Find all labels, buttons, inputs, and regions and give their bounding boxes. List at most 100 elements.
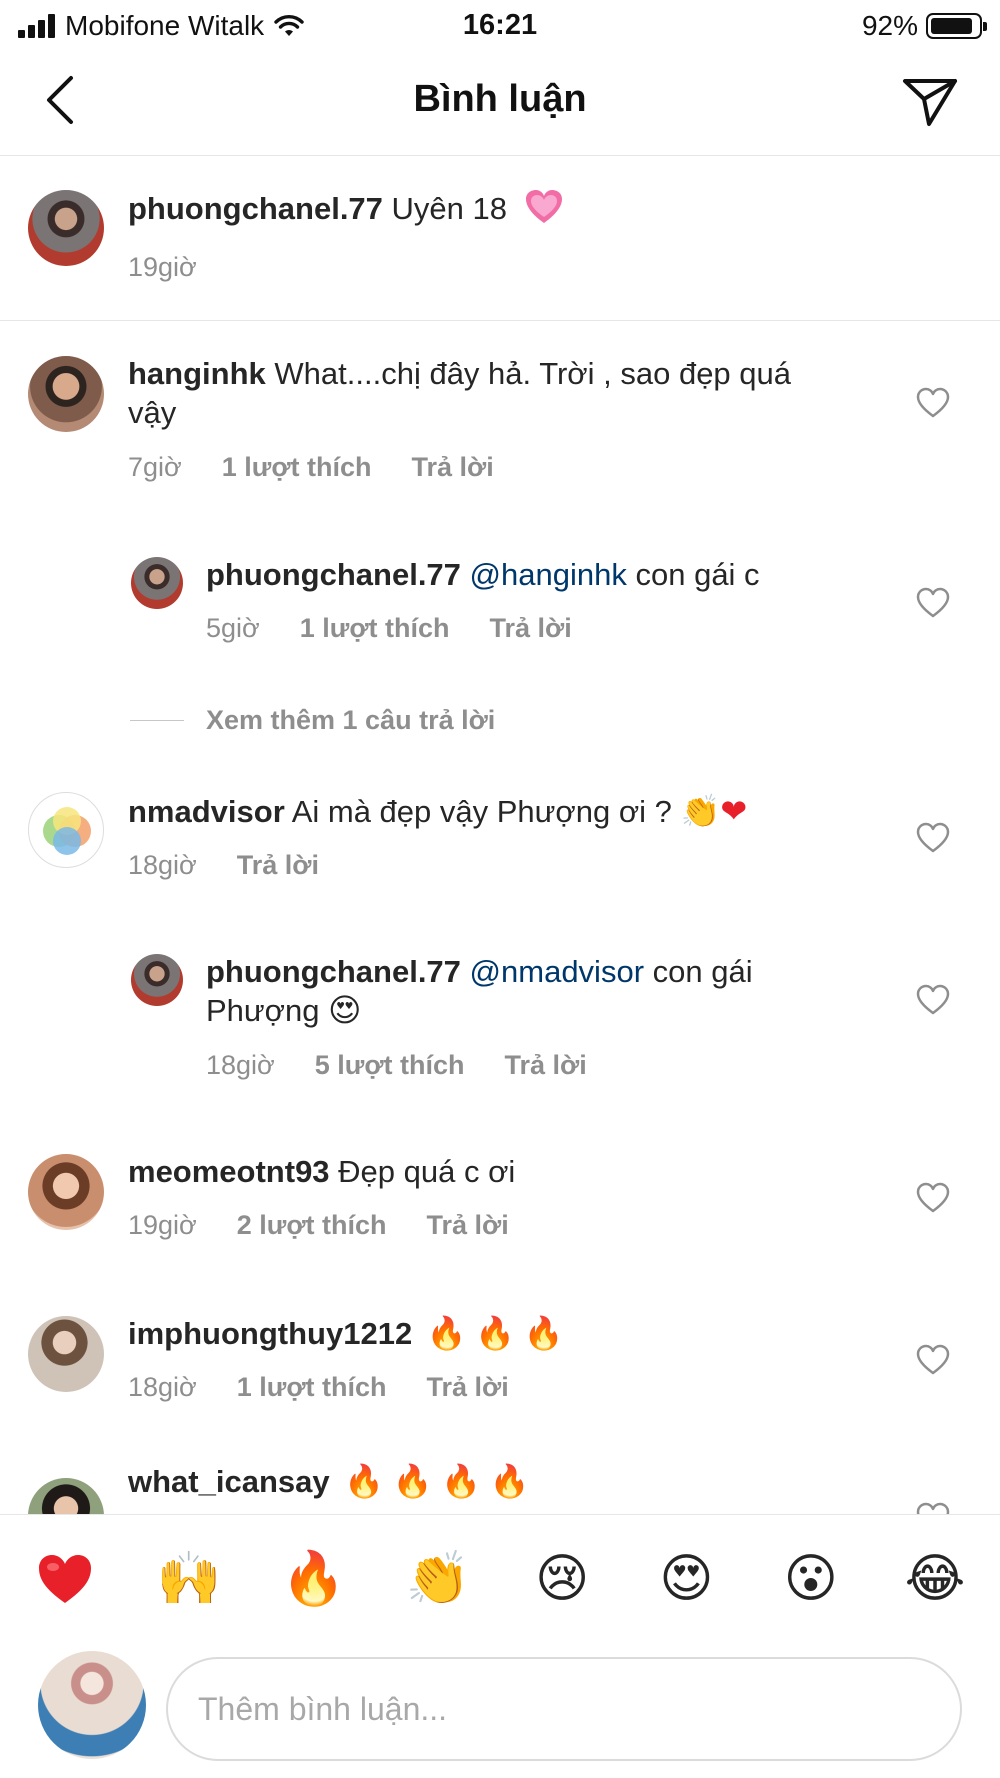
mention-link[interactable]: @nmadvisor xyxy=(470,954,644,989)
heart-outline-icon[interactable] xyxy=(916,984,950,1016)
comment-text: hanginhk What....chị đây hả. Trời , sao … xyxy=(128,354,868,432)
username[interactable]: what_icansay xyxy=(128,1464,330,1499)
emoji-raised-hands-button[interactable]: 🙌 xyxy=(154,1544,224,1614)
comment-text: what_icansay 🔥 🔥 🔥 🔥 xyxy=(128,1462,868,1501)
username[interactable]: nmadvisor xyxy=(128,794,285,829)
username[interactable]: phuongchanel.77 xyxy=(206,557,461,592)
status-bar: Mobifone Witalk 16:21 92% xyxy=(0,0,1000,50)
timestamp: 19giờ xyxy=(128,1210,197,1240)
fire-icon: 🔥 xyxy=(281,1549,346,1609)
caption-meta: 19giờ xyxy=(128,252,237,283)
timestamp: 5giờ xyxy=(206,613,260,643)
avatar[interactable] xyxy=(28,1316,104,1392)
comment-meta: 7giờ 1 lượt thích Trả lời xyxy=(128,452,494,483)
heart-outline-icon[interactable] xyxy=(916,1182,950,1214)
heart-outline-icon[interactable] xyxy=(916,587,950,619)
comment-meta: 18giờ 1 lượt thích Trả lời xyxy=(128,1372,509,1403)
heart-eyes-icon: 😍 xyxy=(659,1548,714,1609)
heart-outline-icon[interactable] xyxy=(916,1344,950,1376)
caption-body: Uyên 18 xyxy=(391,191,508,226)
fire-icon: 🔥 xyxy=(475,1314,516,1352)
battery-icon xyxy=(926,13,987,39)
emoji-heart-eyes-button[interactable]: 😍 xyxy=(651,1544,721,1614)
venn-diagram-image xyxy=(43,807,91,855)
tears-of-joy-icon: 😂 xyxy=(904,1548,966,1609)
avatar[interactable] xyxy=(131,954,183,1006)
timestamp: 18giờ xyxy=(206,1050,275,1080)
comment-body: Ai mà đẹp vậy Phượng ơi ? xyxy=(291,794,672,829)
paper-plane-icon xyxy=(903,79,957,126)
emoji-heart-button[interactable] xyxy=(30,1544,100,1614)
emoji-quick-bar: 🙌 🔥 👏 😢 😍 😮 😂 xyxy=(0,1514,1000,1642)
username[interactable]: imphuongthuy1212 xyxy=(128,1316,412,1351)
avatar[interactable] xyxy=(131,557,183,609)
heart-outline-icon[interactable] xyxy=(916,822,950,854)
fire-icon: 🔥 xyxy=(426,1314,467,1352)
comment-body-cont: Phượng xyxy=(206,993,320,1028)
likes-count[interactable]: 2 lượt thích xyxy=(237,1210,387,1241)
emoji-surprised-button[interactable]: 😮 xyxy=(776,1544,846,1614)
divider xyxy=(130,720,184,721)
share-button[interactable] xyxy=(898,70,962,134)
username[interactable]: phuongchanel.77 xyxy=(206,954,461,989)
comment-meta: 19giờ 2 lượt thích Trả lời xyxy=(128,1210,509,1241)
likes-count[interactable]: 1 lượt thích xyxy=(300,613,450,644)
comment-body-cont: vậy xyxy=(128,395,177,430)
avatar[interactable] xyxy=(28,190,104,266)
avatar[interactable] xyxy=(28,792,104,868)
raised-hands-icon: 🙌 xyxy=(156,1549,222,1609)
likes-count[interactable]: 1 lượt thích xyxy=(222,452,372,483)
status-right: 92% xyxy=(862,10,987,42)
clapping-hands-icon: 👏 xyxy=(405,1549,471,1609)
reply-button[interactable]: Trả lời xyxy=(490,613,572,644)
comment-body: con gái c xyxy=(635,557,760,592)
crying-face-icon: 😢 xyxy=(535,1548,590,1609)
reply-button[interactable]: Trả lời xyxy=(427,1210,509,1241)
reply-button[interactable]: Trả lời xyxy=(427,1372,509,1403)
comment-meta: 18giờ 5 lượt thích Trả lời xyxy=(206,1050,587,1081)
avatar[interactable] xyxy=(28,1478,104,1515)
mention-link[interactable]: @hanginhk xyxy=(470,557,627,592)
timestamp: 7giờ xyxy=(128,452,182,482)
fire-icon: 🔥 xyxy=(344,1462,385,1500)
clapping-hands-icon: 👏 xyxy=(680,792,721,830)
comment-body: Đẹp quá c ơi xyxy=(338,1154,516,1189)
avatar[interactable] xyxy=(28,356,104,432)
red-heart-icon: ❤ xyxy=(720,792,748,830)
emoji-cry-button[interactable]: 😢 xyxy=(527,1544,597,1614)
reply-button[interactable]: Trả lời xyxy=(237,850,319,881)
header: Bình luận xyxy=(0,52,1000,156)
emoji-fire-button[interactable]: 🔥 xyxy=(279,1544,349,1614)
page-title: Bình luận xyxy=(413,78,587,120)
view-more-replies[interactable]: Xem thêm 1 câu trả lời xyxy=(130,705,495,736)
reply-button[interactable]: Trả lời xyxy=(412,452,494,483)
comment-text: phuongchanel.77 @nmadvisor con gái Phượn… xyxy=(206,952,866,1030)
surprised-face-icon: 😮 xyxy=(783,1548,838,1609)
caption-text: phuongchanel.77 Uyên 18 xyxy=(128,189,564,228)
sparkling-heart-icon xyxy=(525,190,562,223)
comment-text: meomeotnt93 Đẹp quá c ơi xyxy=(128,1152,868,1191)
emoji-laugh-button[interactable]: 😂 xyxy=(900,1544,970,1614)
comment-body: con gái xyxy=(652,954,753,989)
likes-count[interactable]: 5 lượt thích xyxy=(315,1050,465,1081)
emoji-clap-button[interactable]: 👏 xyxy=(403,1544,473,1614)
post-caption: phuongchanel.77 Uyên 18 19giờ xyxy=(0,157,1000,321)
comment-meta: 5giờ 1 lượt thích Trả lời xyxy=(206,613,572,644)
reply-button[interactable]: Trả lời xyxy=(505,1050,587,1081)
likes-count[interactable]: 1 lượt thích xyxy=(237,1372,387,1403)
comments-list[interactable]: phuongchanel.77 Uyên 18 19giờ hanginhk W… xyxy=(0,157,1000,1515)
fire-icon: 🔥 xyxy=(489,1462,530,1500)
red-heart-icon xyxy=(39,1554,91,1603)
username[interactable]: hanginhk xyxy=(128,356,266,391)
comment-input[interactable] xyxy=(166,1657,962,1761)
timestamp: 19giờ xyxy=(128,252,197,282)
heart-eyes-icon: 😍 xyxy=(328,991,362,1029)
clock: 16:21 xyxy=(462,9,538,41)
comment-text: imphuongthuy1212 🔥 🔥 🔥 xyxy=(128,1314,868,1353)
comment-text: nmadvisor Ai mà đẹp vậy Phượng ơi ? 👏❤ xyxy=(128,792,868,831)
username[interactable]: meomeotnt93 xyxy=(128,1154,330,1189)
heart-outline-icon[interactable] xyxy=(916,387,950,419)
avatar xyxy=(38,1651,146,1759)
avatar[interactable] xyxy=(28,1154,104,1230)
username[interactable]: phuongchanel.77 xyxy=(128,191,383,226)
